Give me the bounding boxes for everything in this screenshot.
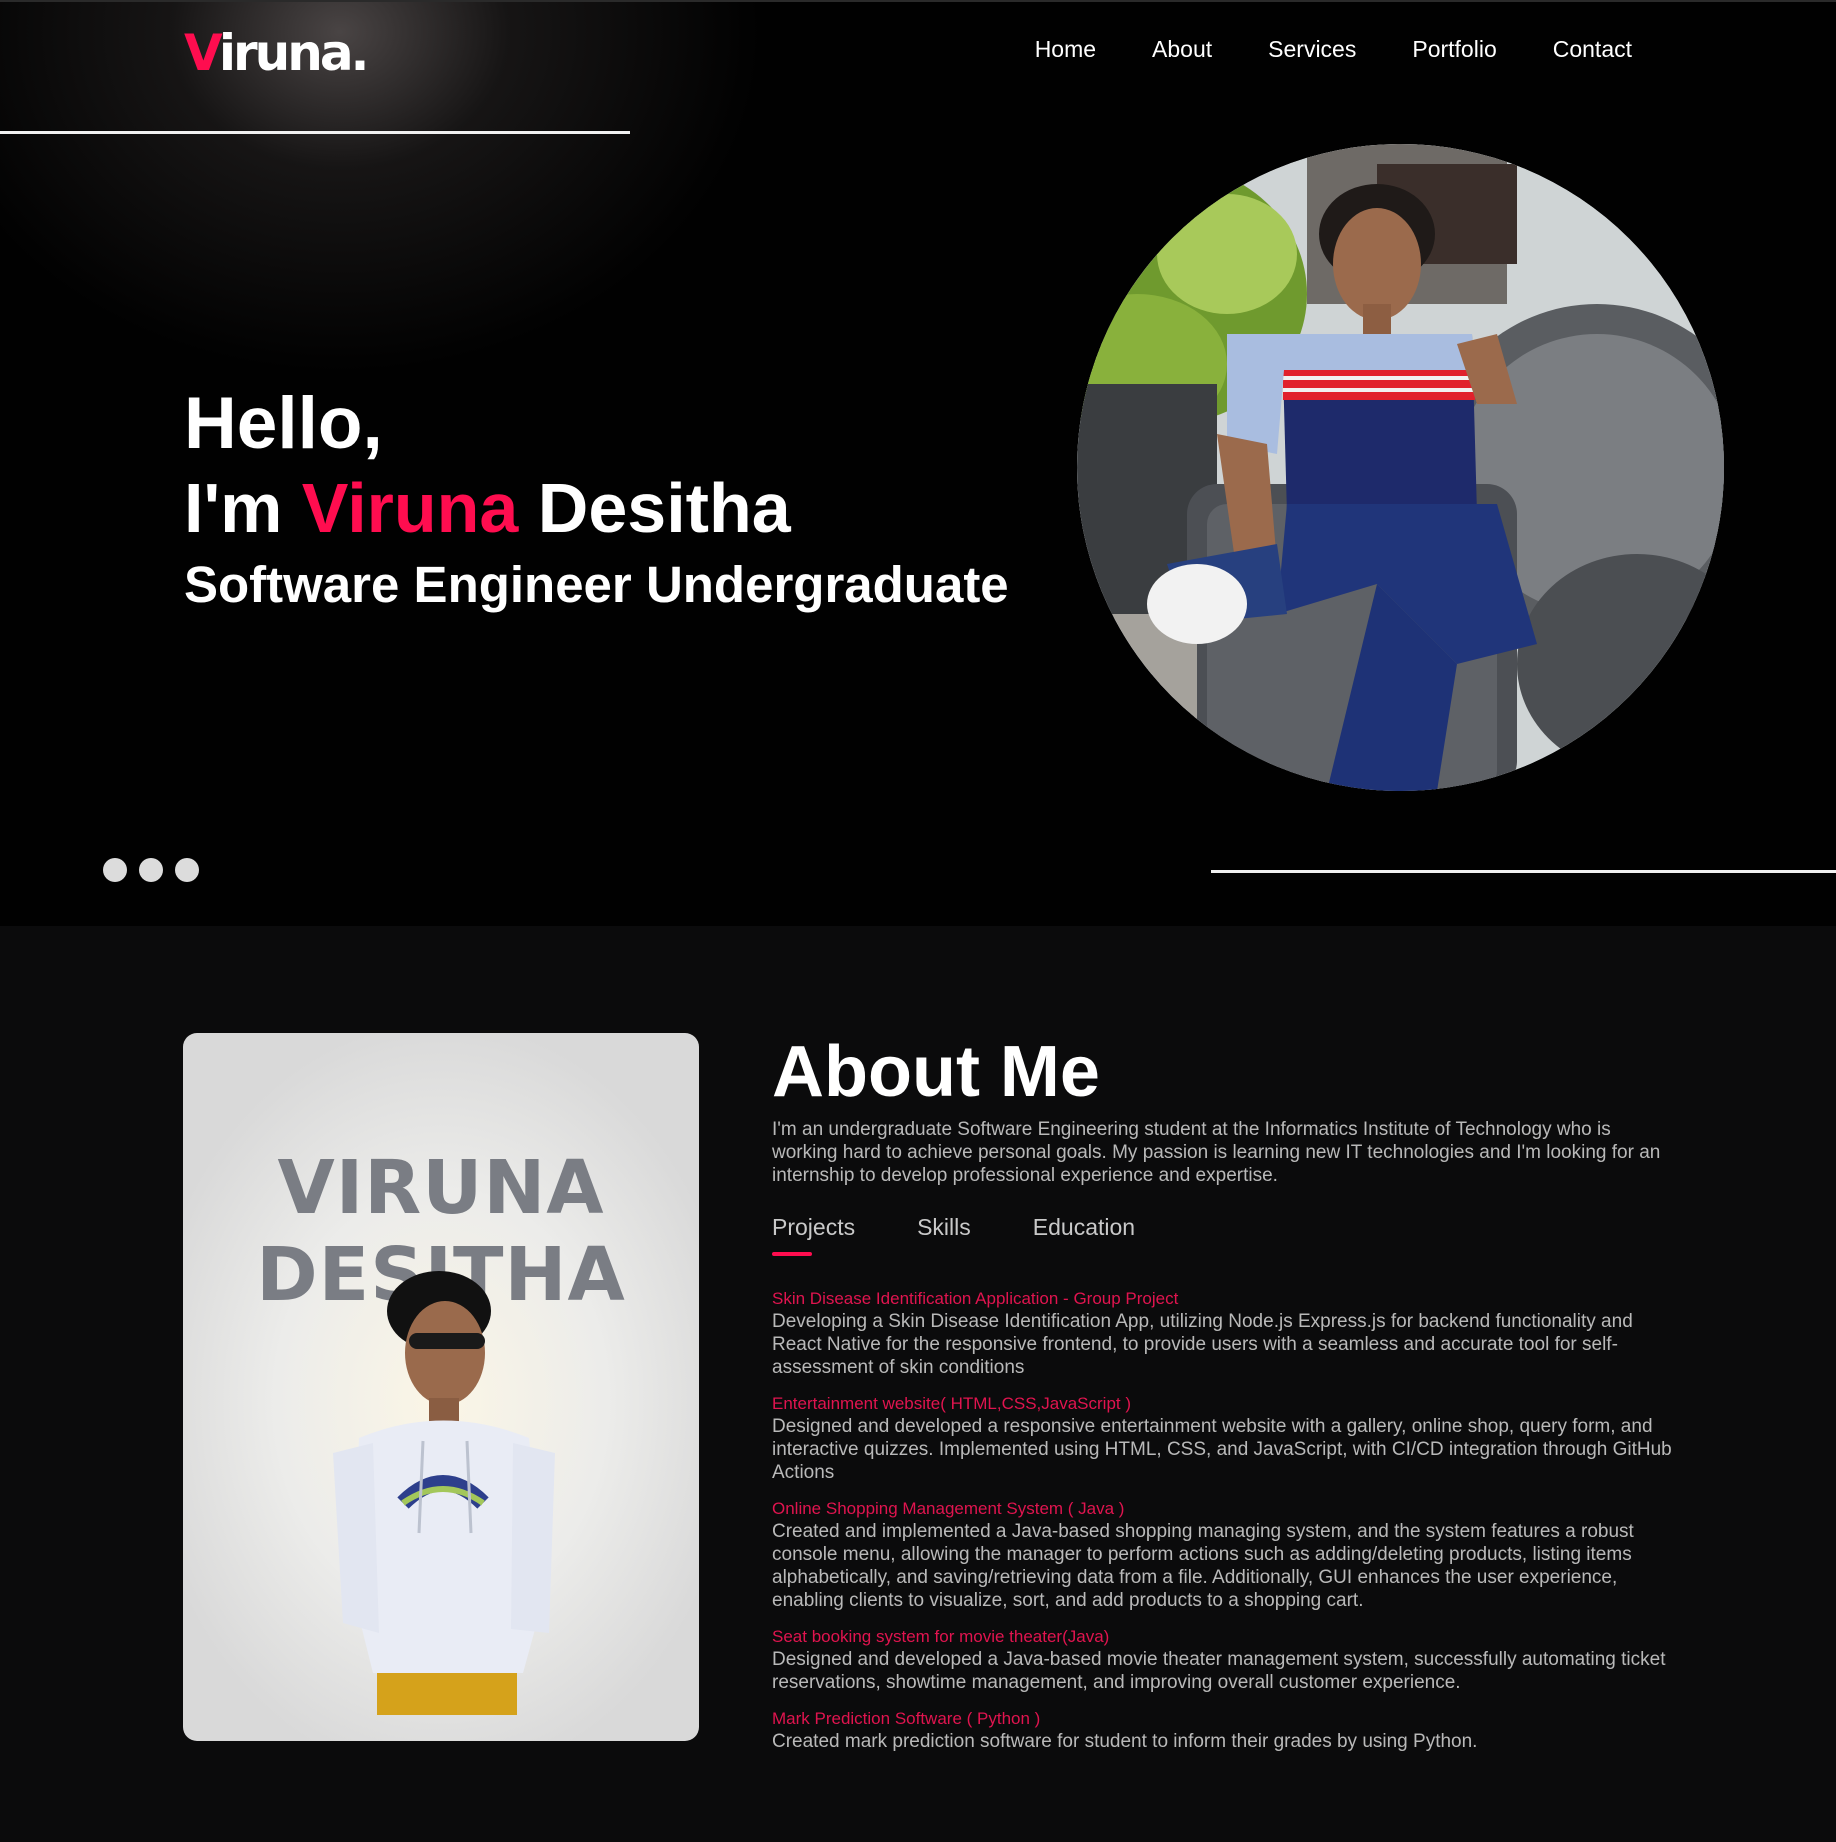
project-item: Online Shopping Management System ( Java… xyxy=(772,1498,1672,1612)
hero-first-name: Viruna xyxy=(301,469,519,547)
project-title: Seat booking system for movie theater(Ja… xyxy=(772,1627,1110,1646)
project-title: Skin Disease Identification Application … xyxy=(772,1289,1179,1308)
projects-list: Skin Disease Identification Application … xyxy=(772,1288,1672,1767)
about-title: About Me xyxy=(772,1032,1100,1112)
main-nav: Home About Services Portfolio Contact xyxy=(979,36,1632,63)
project-description: Developing a Skin Disease Identification… xyxy=(772,1311,1633,1378)
tab-education[interactable]: Education xyxy=(1033,1214,1135,1241)
project-description: Designed and developed a Java-based movi… xyxy=(772,1649,1666,1693)
about-poster-image: VIRUNA DESITHA xyxy=(183,1033,699,1741)
hero-section: Viruna. Home About Services Portfolio Co… xyxy=(0,0,1836,926)
nav-contact[interactable]: Contact xyxy=(1553,36,1632,63)
slider-dot-3[interactable] xyxy=(175,858,199,882)
hero-subtitle: Software Engineer Undergraduate xyxy=(184,556,1009,613)
tab-skills[interactable]: Skills xyxy=(917,1214,971,1241)
hero-name-line: I'm Viruna Desitha xyxy=(184,466,1009,550)
about-section: VIRUNA DESITHA About Me I'm an undergrad… xyxy=(0,926,1836,1842)
project-item: Mark Prediction Software ( Python ) Crea… xyxy=(772,1708,1672,1753)
project-item: Seat booking system for movie theater(Ja… xyxy=(772,1626,1672,1694)
about-description: I'm an undergraduate Software Engineerin… xyxy=(772,1119,1661,1186)
about-tabs: Projects Skills Education xyxy=(772,1214,1197,1256)
project-title: Online Shopping Management System ( Java… xyxy=(772,1499,1125,1518)
profile-photo-illustration xyxy=(1077,144,1724,791)
nav-portfolio[interactable]: Portfolio xyxy=(1412,36,1496,63)
slider-dots xyxy=(103,858,199,882)
site-logo[interactable]: Viruna. xyxy=(184,28,370,78)
logo-rest: iruna. xyxy=(218,24,370,82)
project-title: Entertainment website( HTML,CSS,JavaScri… xyxy=(772,1394,1132,1413)
hero-heading: Hello, I'm Viruna Desitha Software Engin… xyxy=(184,382,1009,620)
logo-letter-v: V xyxy=(184,24,222,82)
hero-intro-prefix: I'm xyxy=(184,469,302,547)
project-item: Skin Disease Identification Application … xyxy=(772,1288,1672,1379)
slider-dot-2[interactable] xyxy=(139,858,163,882)
decorative-line-bottom xyxy=(1211,870,1836,873)
poster-person-illustration xyxy=(333,1271,555,1715)
hero-greeting: Hello, xyxy=(184,383,383,464)
slider-dot-1[interactable] xyxy=(103,858,127,882)
nav-about[interactable]: About xyxy=(1152,36,1212,63)
project-title: Mark Prediction Software ( Python ) xyxy=(772,1709,1041,1728)
project-description: Designed and developed a responsive ente… xyxy=(772,1416,1672,1483)
profile-photo xyxy=(1077,144,1724,791)
project-item: Entertainment website( HTML,CSS,JavaScri… xyxy=(772,1393,1672,1484)
tab-projects[interactable]: Projects xyxy=(772,1214,855,1256)
project-description: Created mark prediction software for stu… xyxy=(772,1731,1478,1752)
decorative-line-top xyxy=(0,131,630,134)
nav-home[interactable]: Home xyxy=(1035,36,1096,63)
project-description: Created and implemented a Java-based sho… xyxy=(772,1521,1634,1611)
hero-last-name: Desitha xyxy=(518,469,791,547)
nav-services[interactable]: Services xyxy=(1268,36,1356,63)
